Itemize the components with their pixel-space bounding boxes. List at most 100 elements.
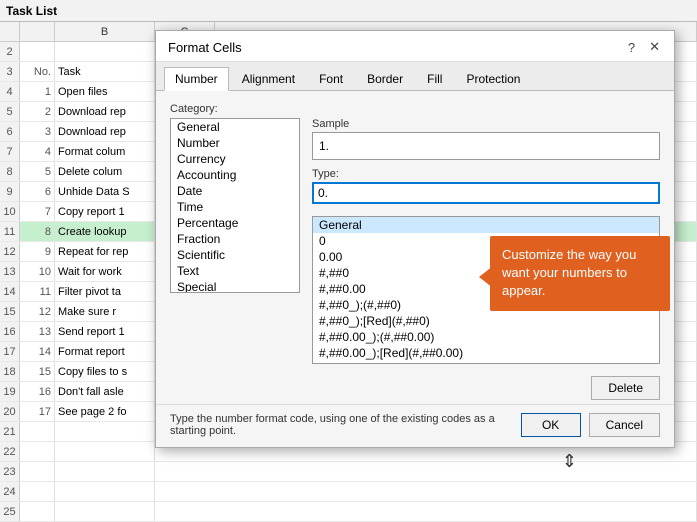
right-panel: Sample 1. Type: General00.00#,##0#,##0.0… <box>312 118 660 364</box>
cell-task[interactable] <box>55 502 155 521</box>
cell-task[interactable]: Format colum <box>55 142 155 161</box>
row-number: 25 <box>0 502 20 521</box>
cell-no[interactable]: 12 <box>20 302 55 321</box>
cell-no[interactable] <box>20 42 55 61</box>
ok-button[interactable]: OK <box>521 413 581 437</box>
row-number: 21 <box>0 422 20 441</box>
category-item-accounting[interactable]: Accounting <box>171 167 299 183</box>
tab-font[interactable]: Font <box>308 67 354 91</box>
row-number: 2 <box>0 42 20 61</box>
category-item-number[interactable]: Number <box>171 135 299 151</box>
cell-task[interactable] <box>55 462 155 481</box>
cell-task[interactable]: Download rep <box>55 102 155 121</box>
dialog-tabs: NumberAlignmentFontBorderFillProtection <box>156 62 674 91</box>
row-number: 23 <box>0 462 20 481</box>
category-item-scientific[interactable]: Scientific <box>171 247 299 263</box>
cell-no[interactable]: 17 <box>20 402 55 421</box>
cell-no[interactable]: 10 <box>20 262 55 281</box>
cell-no[interactable]: 3 <box>20 122 55 141</box>
row-number: 8 <box>0 162 20 181</box>
cell-no[interactable]: 16 <box>20 382 55 401</box>
cell-task[interactable]: Make sure r <box>55 302 155 321</box>
cell-no[interactable]: 9 <box>20 242 55 261</box>
row-number: 12 <box>0 242 20 261</box>
category-item-date[interactable]: Date <box>171 183 299 199</box>
cell-task[interactable]: Don't fall asle <box>55 382 155 401</box>
cell-no[interactable]: 13 <box>20 322 55 341</box>
cell-task[interactable]: Create lookup <box>55 222 155 241</box>
cell-no[interactable]: No. <box>20 62 55 81</box>
cell-task[interactable] <box>55 482 155 501</box>
two-col-layout: GeneralNumberCurrencyAccountingDateTimeP… <box>170 118 660 364</box>
cell-task[interactable]: Repeat for rep <box>55 242 155 261</box>
tab-border[interactable]: Border <box>356 67 414 91</box>
cell-no[interactable] <box>20 482 55 501</box>
row-number: 18 <box>0 362 20 381</box>
cell-task[interactable]: Task <box>55 62 155 81</box>
dialog-titlebar: Format Cells ? ✕ <box>156 31 674 62</box>
category-item-time[interactable]: Time <box>171 199 299 215</box>
delete-button[interactable]: Delete <box>591 376 660 400</box>
cell-task[interactable]: Copy files to s <box>55 362 155 381</box>
cell-no[interactable] <box>20 462 55 481</box>
category-item-fraction[interactable]: Fraction <box>171 231 299 247</box>
cell-no[interactable]: 15 <box>20 362 55 381</box>
category-item-general[interactable]: General <box>171 119 299 135</box>
cell-no[interactable] <box>20 502 55 521</box>
cell-task[interactable]: Send report 1 <box>55 322 155 341</box>
cell-task[interactable]: Download rep <box>55 122 155 141</box>
category-item-percentage[interactable]: Percentage <box>171 215 299 231</box>
category-item-special[interactable]: Special <box>171 279 299 293</box>
cell-task[interactable]: Copy report 1 <box>55 202 155 221</box>
format-item[interactable]: General <box>313 217 659 233</box>
cell-no[interactable]: 14 <box>20 342 55 361</box>
format-item[interactable]: $#,##0_);($#,##0) <box>313 361 659 364</box>
cell-no[interactable]: 11 <box>20 282 55 301</box>
cell-task[interactable] <box>55 442 155 461</box>
format-item[interactable]: #,##0_);[Red](#,##0) <box>313 313 659 329</box>
row-number: 17 <box>0 342 20 361</box>
category-list-container: GeneralNumberCurrencyAccountingDateTimeP… <box>170 118 300 364</box>
cell-task[interactable]: Format report <box>55 342 155 361</box>
sample-value: 1. <box>319 139 329 153</box>
cell-no[interactable]: 1 <box>20 82 55 101</box>
cell-no[interactable]: 8 <box>20 222 55 241</box>
cell-task[interactable]: Filter pivot ta <box>55 282 155 301</box>
cell-no[interactable]: 7 <box>20 202 55 221</box>
close-button[interactable]: ✕ <box>645 39 664 55</box>
category-item-currency[interactable]: Currency <box>171 151 299 167</box>
cell-task[interactable] <box>55 42 155 61</box>
category-item-text[interactable]: Text <box>171 263 299 279</box>
tab-fill[interactable]: Fill <box>416 67 453 91</box>
cell-task[interactable] <box>55 422 155 441</box>
cell-no[interactable]: 2 <box>20 102 55 121</box>
format-item[interactable]: #,##0.00_);(#,##0.00) <box>313 329 659 345</box>
cancel-button[interactable]: Cancel <box>589 413 660 437</box>
format-item[interactable]: #,##0.00_);[Red](#,##0.00) <box>313 345 659 361</box>
category-list[interactable]: GeneralNumberCurrencyAccountingDateTimeP… <box>170 118 300 293</box>
cell-task[interactable]: Unhide Data S <box>55 182 155 201</box>
cell-task[interactable]: Delete colum <box>55 162 155 181</box>
tab-alignment[interactable]: Alignment <box>231 67 306 91</box>
col-header-a <box>20 22 55 41</box>
dialog-controls: ? ✕ <box>624 39 664 55</box>
cell-no[interactable] <box>20 422 55 441</box>
cell-task[interactable]: Wait for work <box>55 262 155 281</box>
table-row: 23 <box>0 462 697 482</box>
cell-no[interactable]: 4 <box>20 142 55 161</box>
tab-protection[interactable]: Protection <box>455 67 531 91</box>
cell-extra <box>155 502 697 521</box>
type-input[interactable] <box>312 182 660 204</box>
dialog-title: Format Cells <box>168 40 242 55</box>
cell-task[interactable]: See page 2 fo <box>55 402 155 421</box>
cell-no[interactable]: 5 <box>20 162 55 181</box>
help-button[interactable]: ? <box>624 40 639 55</box>
sheet-title: Task List <box>0 0 697 22</box>
cell-no[interactable]: 6 <box>20 182 55 201</box>
tab-number[interactable]: Number <box>164 67 229 91</box>
sample-box: 1. <box>312 132 660 160</box>
row-number: 20 <box>0 402 20 421</box>
footer-hint: Type the number format code, using one o… <box>170 413 513 437</box>
cell-task[interactable]: Open files <box>55 82 155 101</box>
cell-no[interactable] <box>20 442 55 461</box>
